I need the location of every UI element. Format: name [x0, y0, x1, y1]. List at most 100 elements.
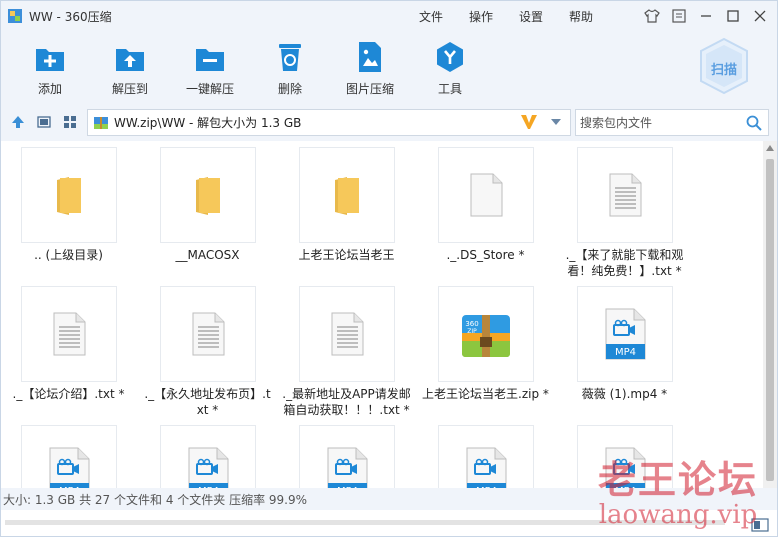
vertical-scrollbar[interactable] — [763, 141, 777, 488]
zip-archive-small-icon — [94, 116, 108, 129]
search-input[interactable] — [580, 115, 740, 130]
extract-folder-icon — [116, 49, 144, 71]
file-item[interactable]: 上老王论坛当老王 — [279, 147, 414, 263]
v-logo-icon[interactable] — [520, 114, 538, 130]
horizontal-scrollbar-thumb[interactable] — [5, 520, 725, 525]
image-compress-button[interactable]: 图片压缩 — [334, 39, 406, 97]
folder-icon — [333, 174, 361, 216]
skin-shirt-icon[interactable] — [641, 5, 663, 27]
folder-icon — [194, 174, 222, 216]
blank-file-icon — [469, 173, 503, 217]
svg-text:MP4: MP4 — [614, 347, 635, 358]
menu-operate[interactable]: 操作 — [469, 8, 493, 25]
file-name: ._最新地址及APP请发邮箱自动获取！！！.txt * — [282, 387, 411, 417]
menu-settings[interactable]: 设置 — [519, 8, 543, 25]
file-item[interactable]: .. (上级目录) — [1, 147, 136, 263]
file-item[interactable]: MP4 — [418, 425, 553, 488]
file-thumbnail — [437, 147, 534, 243]
image-compress-icon — [359, 42, 381, 72]
file-name: 上老王论坛当老王 — [298, 248, 395, 262]
one-click-extract-label: 一键解压 — [185, 82, 234, 96]
file-item[interactable]: MP4 — [140, 425, 275, 488]
search-box — [575, 109, 769, 136]
file-item[interactable]: MP4 薇薇 (1).mp4 * — [557, 286, 692, 402]
close-icon[interactable] — [749, 5, 771, 27]
one-click-extract-icon — [196, 49, 224, 71]
scrollbar-thumb[interactable] — [766, 159, 774, 481]
file-name: 薇薇 (1).mp4 * — [581, 387, 668, 401]
one-click-extract-button[interactable]: 一键解压 — [174, 39, 246, 97]
app-logo-icon — [8, 9, 22, 23]
zip-archive-icon: 360 ZIP — [460, 309, 512, 359]
add-button[interactable]: 添加 — [14, 39, 86, 97]
scroll-up-icon[interactable] — [766, 145, 774, 151]
svg-text:360: 360 — [465, 320, 478, 328]
folder-icon — [55, 174, 83, 216]
svg-text:ZIP: ZIP — [467, 328, 477, 335]
file-thumbnail — [20, 147, 117, 243]
file-grid: .. (上级目录) __MACOSX 上老王论坛当老王 ._.DS_Store * ._… — [1, 141, 763, 488]
scan-label: 扫描 — [710, 63, 737, 78]
app-window: WW - 360压缩 文件 操作 设置 帮助 添加 解压到 一键解压 删除 图片… — [0, 0, 778, 537]
file-name: ._【来了就能下载和观看！纯免费！】.txt * — [565, 248, 684, 278]
text-file-icon — [191, 312, 225, 356]
file-name: __MACOSX — [175, 248, 240, 262]
status-bar: 大小: 1.3 GB 共 27 个文件和 4 个文件夹 压缩率 99.9% — [1, 488, 777, 510]
title-bar: WW - 360压缩 文件 操作 设置 帮助 — [1, 1, 777, 31]
horizontal-scrollbar[interactable] — [1, 510, 777, 536]
maximize-icon[interactable] — [722, 5, 744, 27]
file-item[interactable]: MP4 — [279, 425, 414, 488]
scan-button[interactable]: 扫描 — [697, 37, 751, 95]
file-thumbnail: 360 ZIP — [437, 286, 534, 382]
search-icon[interactable] — [746, 115, 762, 131]
file-thumbnail: MP4 — [159, 425, 256, 488]
window-title: WW - 360压缩 — [29, 9, 112, 24]
address-path: WW.zip\WW - 解包大小为 1.3 GB — [114, 116, 302, 130]
text-file-icon — [608, 173, 642, 217]
file-name: 上老王论坛当老王.zip * — [422, 387, 549, 401]
file-thumbnail — [159, 147, 256, 243]
text-file-icon — [52, 312, 86, 356]
file-item[interactable]: __MACOSX — [140, 147, 275, 263]
file-item[interactable]: ._【论坛介绍】.txt * — [1, 286, 136, 402]
file-item[interactable]: ._【永久地址发布页】.txt * — [140, 286, 275, 418]
mp4-file-icon: MP4 — [326, 447, 368, 488]
mp4-file-icon: MP4 — [465, 447, 507, 488]
file-item[interactable]: MP4 — [1, 425, 136, 488]
file-thumbnail: MP4 — [437, 425, 534, 488]
chevron-down-icon[interactable] — [550, 116, 562, 128]
grid-view-icon[interactable] — [62, 114, 78, 130]
mp4-file-icon: MP4 — [604, 308, 646, 360]
tools-button[interactable]: 工具 — [414, 39, 486, 97]
extract-to-button[interactable]: 解压到 — [94, 39, 166, 97]
file-name: ._.DS_Store * — [446, 248, 525, 262]
status-text: 大小: 1.3 GB 共 27 个文件和 4 个文件夹 压缩率 99.9% — [3, 492, 308, 507]
file-item[interactable]: ._.DS_Store * — [418, 147, 553, 263]
up-arrow-icon[interactable] — [10, 114, 26, 130]
menu-bar: 文件 操作 设置 帮助 — [419, 1, 619, 31]
text-file-icon — [330, 312, 364, 356]
file-thumbnail: MP4 — [20, 425, 117, 488]
add-label: 添加 — [37, 82, 62, 96]
file-thumbnail: MP4 — [576, 286, 673, 382]
mp4-file-icon: MP4 — [187, 447, 229, 488]
toolbar: 添加 解压到 一键解压 删除 图片压缩 工具 扫描 — [1, 31, 777, 103]
menu-help[interactable]: 帮助 — [569, 8, 593, 25]
preview-toggle-icon[interactable] — [751, 518, 769, 532]
recycle-bin-icon — [279, 44, 301, 71]
file-thumbnail — [298, 147, 395, 243]
tools-icon — [437, 42, 463, 72]
address-bar[interactable]: WW.zip\WW - 解包大小为 1.3 GB — [87, 109, 571, 136]
file-thumbnail — [20, 286, 117, 382]
file-item[interactable]: ._最新地址及APP请发邮箱自动获取！！！.txt * — [279, 286, 414, 418]
feedback-icon[interactable] — [668, 5, 690, 27]
file-item[interactable]: MP4 — [557, 425, 692, 488]
file-item[interactable]: 360 ZIP 上老王论坛当老王.zip * — [418, 286, 553, 402]
detail-view-icon[interactable] — [36, 114, 52, 130]
menu-file[interactable]: 文件 — [419, 8, 443, 25]
file-name: ._【永久地址发布页】.txt * — [144, 387, 271, 417]
delete-label: 删除 — [277, 82, 302, 96]
file-item[interactable]: ._【来了就能下载和观看！纯免费！】.txt * — [557, 147, 692, 279]
minimize-icon[interactable] — [695, 5, 717, 27]
delete-button[interactable]: 删除 — [254, 39, 326, 97]
